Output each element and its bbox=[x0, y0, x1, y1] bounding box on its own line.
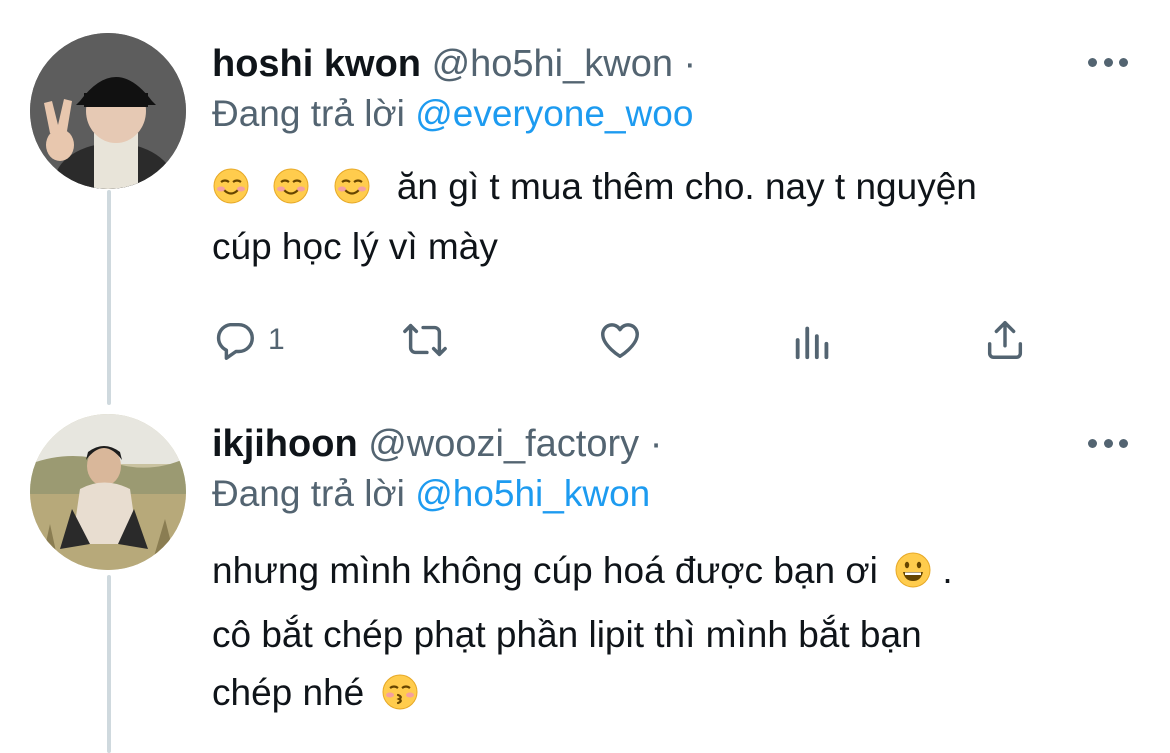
replying-label: Đang trả lời bbox=[212, 93, 405, 134]
more-icon[interactable] bbox=[1088, 437, 1128, 449]
share-icon bbox=[987, 321, 1023, 359]
kissing-emoji bbox=[381, 670, 419, 728]
more-icon[interactable] bbox=[1088, 56, 1128, 68]
display-name[interactable]: hoshi kwon bbox=[212, 43, 421, 85]
retweet-button[interactable] bbox=[402, 310, 448, 370]
avatar[interactable] bbox=[30, 33, 186, 189]
relieved-smile-emoji bbox=[333, 166, 371, 220]
tweet-text-line-1: ăn gì t mua thêm cho. nay t nguyện bbox=[396, 166, 977, 207]
avatar-photo bbox=[30, 414, 186, 570]
avatar-photo bbox=[30, 33, 186, 189]
retweet-icon bbox=[403, 323, 447, 357]
grinning-emoji bbox=[894, 548, 932, 606]
tweet-content: hoshi kwon @ho5hi_kwon · Đang trả lời @e… bbox=[212, 42, 1112, 274]
action-bar: 1 bbox=[212, 310, 1032, 370]
tweet-2[interactable]: ikjihoon @woozi_factory · Đang trả lời @… bbox=[0, 400, 1170, 753]
reply-button[interactable]: 1 bbox=[212, 310, 285, 370]
tweet-text: nhưng mình không cúp hoá được bạn ơi . c… bbox=[212, 542, 1112, 728]
tweet-content: ikjihoon @woozi_factory · Đang trả lời @… bbox=[212, 422, 1112, 728]
tweet-1[interactable]: hoshi kwon @ho5hi_kwon · Đang trả lời @e… bbox=[0, 0, 1170, 400]
mention-link[interactable]: @ho5hi_kwon bbox=[415, 473, 650, 514]
separator-dot: · bbox=[683, 43, 697, 85]
separator-dot: · bbox=[649, 423, 663, 465]
tweet-text: ăn gì t mua thêm cho. nay t nguyện cúp h… bbox=[212, 160, 1112, 274]
avatar[interactable] bbox=[30, 414, 186, 570]
reply-icon bbox=[216, 322, 254, 360]
like-button[interactable] bbox=[597, 310, 643, 370]
tweet-text-line-3: chép nhé bbox=[212, 672, 365, 713]
user-handle[interactable]: @ho5hi_kwon bbox=[432, 43, 673, 85]
share-button[interactable] bbox=[982, 310, 1028, 370]
reply-count: 1 bbox=[268, 323, 285, 356]
replying-label: Đang trả lời bbox=[212, 473, 405, 514]
tweet-text-line-1: nhưng mình không cúp hoá được bạn ơi bbox=[212, 550, 878, 591]
mention-link[interactable]: @everyone_woo bbox=[415, 93, 693, 134]
replying-to-row: Đang trả lời @ho5hi_kwon bbox=[212, 472, 1112, 516]
tweet-header: hoshi kwon @ho5hi_kwon · bbox=[212, 42, 1112, 86]
tweet-text-line-2: cúp học lý vì mày bbox=[212, 226, 498, 267]
analytics-icon bbox=[795, 326, 829, 360]
tweet-header: ikjihoon @woozi_factory · bbox=[212, 422, 1112, 466]
user-handle[interactable]: @woozi_factory bbox=[368, 423, 639, 465]
analytics-button[interactable] bbox=[790, 310, 836, 370]
replying-to-row: Đang trả lời @everyone_woo bbox=[212, 92, 1112, 136]
tweet-text-line-1-end: . bbox=[932, 550, 953, 591]
relieved-smile-emoji bbox=[212, 166, 250, 220]
like-icon bbox=[601, 323, 639, 359]
tweet-text-line-2: cô bắt chép phạt phần lipit thì mình bắt… bbox=[212, 614, 922, 655]
relieved-smile-emoji bbox=[272, 166, 310, 220]
display-name[interactable]: ikjihoon bbox=[212, 423, 358, 465]
